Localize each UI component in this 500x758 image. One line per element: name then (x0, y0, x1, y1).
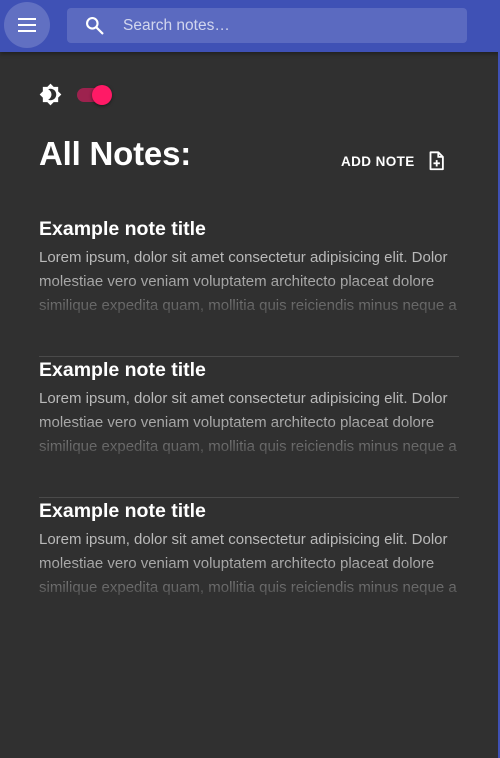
note-card[interactable]: Example note title Lorem ipsum, dolor si… (39, 498, 459, 639)
note-title: Example note title (39, 218, 206, 240)
app-bar (0, 0, 500, 52)
note-title: Example note title (39, 359, 206, 381)
note-add-icon (429, 151, 444, 171)
note-title: Example note title (39, 500, 206, 522)
brightness-icon (39, 83, 62, 106)
menu-button[interactable] (4, 2, 50, 48)
search-input[interactable] (123, 8, 459, 43)
add-note-label: ADD NOTE (341, 153, 415, 169)
note-body: Lorem ipsum, dolor sit amet consectetur … (39, 249, 457, 314)
page-title: All Notes: (39, 135, 192, 172)
note-body: Lorem ipsum, dolor sit amet consectetur … (39, 531, 457, 596)
note-body: Lorem ipsum, dolor sit amet consectetur … (39, 390, 457, 455)
toggle-thumb[interactable] (92, 85, 112, 105)
theme-toggle-row (39, 82, 129, 108)
notes-list: Example note title Lorem ipsum, dolor si… (39, 216, 459, 639)
note-card[interactable]: Example note title Lorem ipsum, dolor si… (39, 216, 459, 357)
search-icon (86, 17, 104, 35)
menu-icon (18, 18, 36, 32)
note-card[interactable]: Example note title Lorem ipsum, dolor si… (39, 357, 459, 498)
add-note-button[interactable]: ADD NOTE (336, 145, 448, 177)
dark-mode-toggle[interactable] (74, 82, 114, 108)
search-box (67, 8, 467, 43)
